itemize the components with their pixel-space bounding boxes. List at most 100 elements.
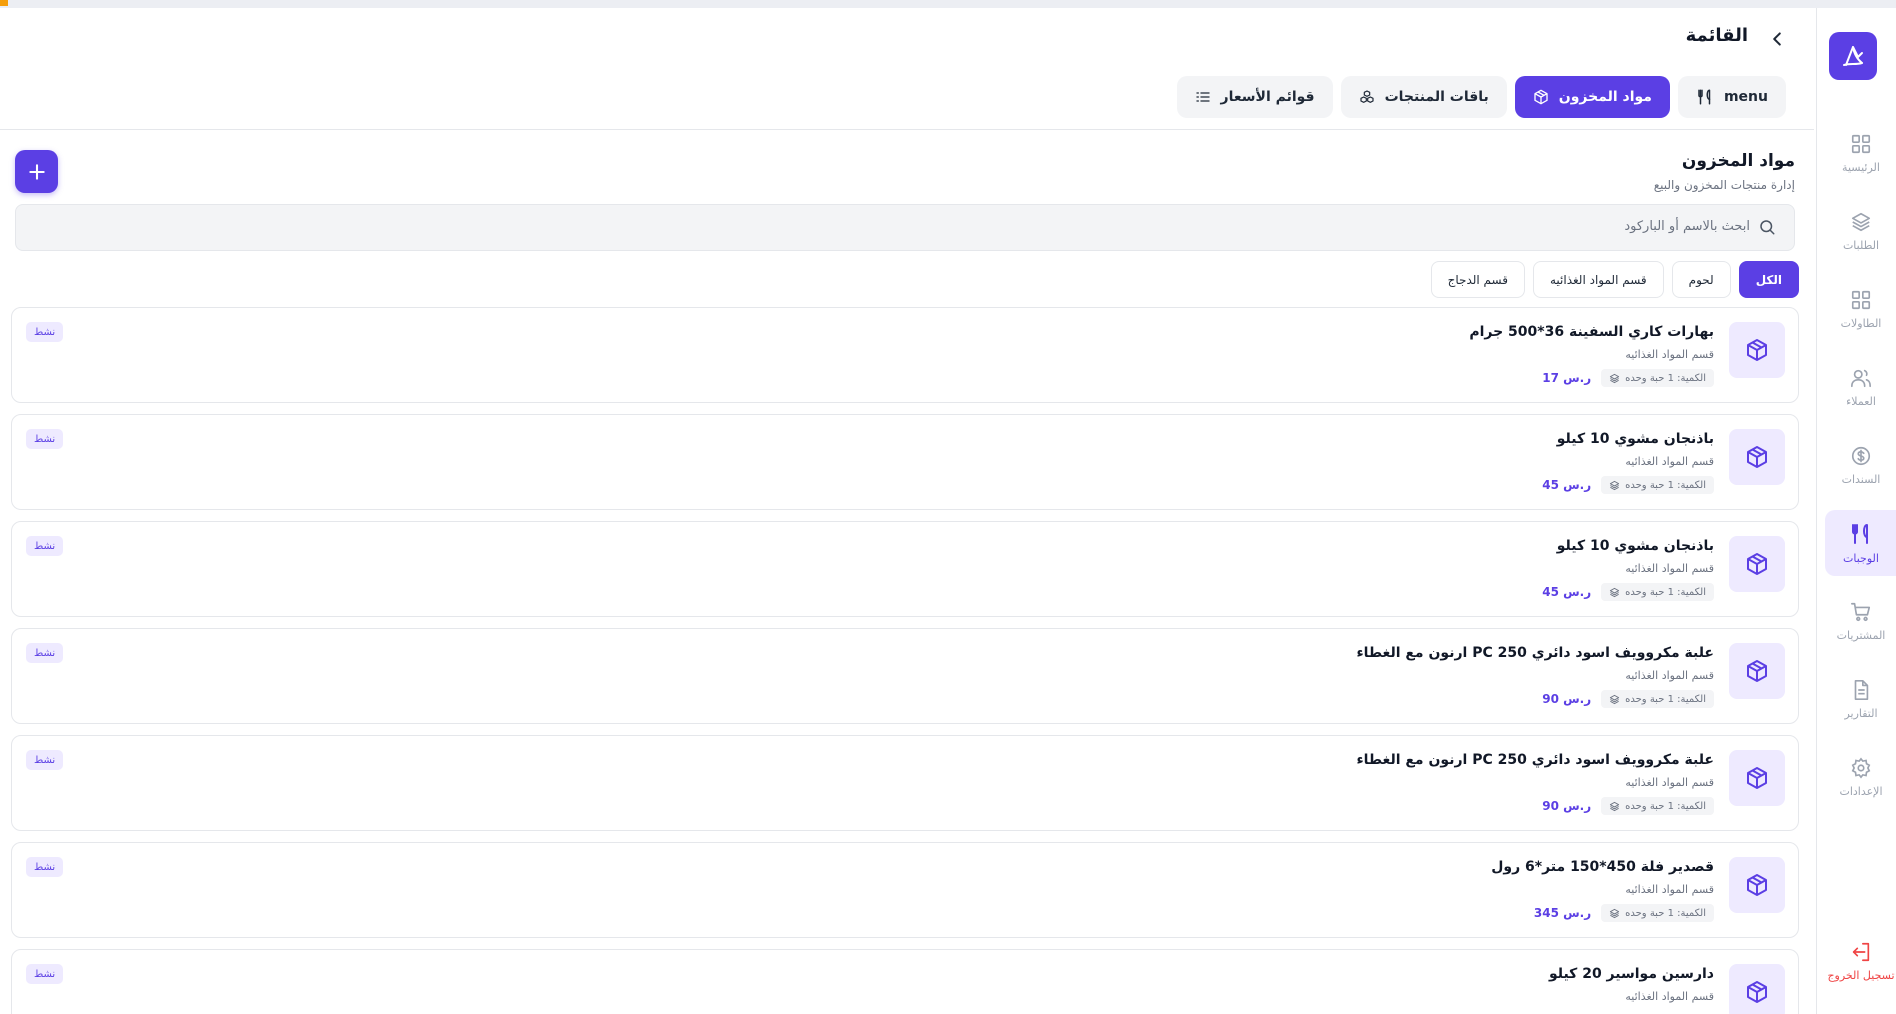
sidebar-item-label: الوجبات	[1843, 551, 1879, 565]
search-icon	[1760, 220, 1775, 235]
status-badge: نشط	[26, 429, 64, 449]
product-price: 90 ر.س	[1542, 692, 1592, 706]
product-card[interactable]: قصدير فلة 450*150 متر*6 رول قسم المواد ا…	[11, 842, 1799, 938]
tab-label: باقات المنتجات	[1384, 89, 1489, 105]
sidebar-item-label: المشتريات	[1836, 628, 1886, 642]
filter-chip-meat[interactable]: لحوم	[1671, 261, 1731, 298]
chevron-left-icon[interactable]	[1766, 28, 1788, 50]
cart-icon	[1851, 602, 1871, 621]
plus-icon	[28, 163, 45, 180]
sidebar-item-reports[interactable]: التقارير	[1825, 666, 1896, 732]
status-badge: نشط	[26, 322, 64, 342]
product-quantity: الكمية: 1 حبة وحده	[1625, 372, 1706, 384]
product-card[interactable]: باذنجان مشوي 10 كيلو قسم المواد الغذائيه…	[11, 521, 1799, 617]
logout-button[interactable]: تسجيل الخروج	[1825, 928, 1896, 994]
search-input[interactable]: ابحث بالاسم أو الباركود	[15, 204, 1795, 251]
grid-icon	[1851, 290, 1871, 309]
product-name: ارنون مع الغطاء PC علبة مكروويف اسود دائ…	[1356, 752, 1714, 768]
product-meta: 90 ر.س الكمية: 1 حبة وحده	[1542, 690, 1714, 708]
product-quantity-badge: الكمية: 1 حبة وحده	[1601, 904, 1714, 922]
layers-icon	[1610, 480, 1620, 490]
product-thumb	[1729, 750, 1785, 806]
product-name: بهارات كاري السفينة 36*500 جرام	[1469, 324, 1714, 340]
product-meta: 17 ر.س الكمية: 1 حبة وحده	[1542, 369, 1714, 387]
product-thumb	[1729, 643, 1785, 699]
product-name: دارسين مواسير 20 كيلو	[1548, 966, 1714, 982]
tab-bar: قوائم الأسعار باقات المنتجات مواد المخزو…	[1176, 76, 1786, 118]
utensils-icon	[1698, 89, 1711, 105]
sidebar-item-purchases[interactable]: المشتريات	[1825, 588, 1896, 654]
product-quantity: الكمية: 1 حبة وحده	[1625, 800, 1706, 812]
product-quantity: الكمية: 1 حبة وحده	[1625, 907, 1706, 919]
product-category: قسم المواد الغذائيه	[1625, 669, 1714, 682]
add-item-button[interactable]	[15, 150, 58, 193]
sidebar-item-tables[interactable]: الطاولات	[1825, 276, 1896, 342]
utensils-icon	[1852, 523, 1868, 544]
product-card[interactable]: ارنون مع الغطاء PC علبة مكروويف اسود دائ…	[11, 735, 1799, 831]
product-card[interactable]: دارسين مواسير 20 كيلو قسم المواد الغذائي…	[11, 949, 1799, 1014]
product-card[interactable]: بهارات كاري السفينة 36*500 جرام قسم المو…	[11, 307, 1799, 403]
tab-price-lists[interactable]: قوائم الأسعار	[1176, 76, 1333, 118]
app-tab-icon	[0, 0, 8, 6]
sidebar-item-label: السندات	[1841, 472, 1881, 486]
product-list: بهارات كاري السفينة 36*500 جرام قسم المو…	[11, 307, 1799, 1014]
product-category: قسم المواد الغذائيه	[1625, 883, 1714, 896]
logout-label: تسجيل الخروج	[1827, 968, 1895, 982]
layers-icon	[1610, 373, 1620, 383]
sidebar-item-customers[interactable]: العملاء	[1825, 354, 1896, 420]
product-category: قسم المواد الغذائيه	[1625, 562, 1714, 575]
status-badge: نشط	[26, 643, 64, 663]
app-logo[interactable]	[1829, 32, 1877, 80]
layers-icon	[1610, 587, 1620, 597]
box-icon	[1747, 446, 1767, 468]
product-quantity-badge: الكمية: 1 حبة وحده	[1601, 476, 1714, 494]
section-title: مواد المخزون	[1681, 151, 1795, 171]
product-price: 17 ر.س	[1542, 371, 1592, 385]
box-icon	[1747, 874, 1767, 896]
sidebar-item-vouchers[interactable]: السندات	[1825, 432, 1896, 498]
product-price: 90 ر.س	[1542, 799, 1592, 813]
tab-inventory-items[interactable]: مواد المخزون	[1514, 76, 1670, 118]
box-icon	[1747, 767, 1767, 789]
dashboard-icon	[1851, 134, 1871, 153]
boxes-icon	[1359, 90, 1374, 103]
sidebar-item-label: الإعدادات	[1839, 784, 1883, 798]
status-badge: نشط	[26, 750, 64, 770]
product-card[interactable]: باذنجان مشوي 10 كيلو قسم المواد الغذائيه…	[11, 414, 1799, 510]
sidebar-item-orders[interactable]: الطلبات	[1825, 198, 1896, 264]
sidebar-item-home[interactable]: الرئيسية	[1825, 120, 1896, 186]
product-thumb	[1729, 536, 1785, 592]
sidebar-item-meals[interactable]: الوجبات	[1825, 510, 1896, 576]
logout-icon	[1852, 942, 1870, 961]
app-root: الرئيسية الطلبات الطاولات العملاء السندا…	[0, 0, 1896, 1014]
sidebar-item-label: الرئيسية	[1842, 160, 1880, 174]
filter-chip-chicken[interactable]: قسم الدجاج	[1430, 261, 1525, 298]
tab-label: مواد المخزون	[1558, 89, 1652, 105]
product-thumb	[1729, 857, 1785, 913]
layers-icon	[1851, 212, 1871, 231]
tab-product-bundles[interactable]: باقات المنتجات	[1340, 76, 1507, 118]
layers-icon	[1610, 694, 1620, 704]
product-quantity: الكمية: 1 حبة وحده	[1625, 586, 1706, 598]
product-card[interactable]: ارنون مع الغطاء PC علبة مكروويف اسود دائ…	[11, 628, 1799, 724]
sidebar-item-settings[interactable]: الإعدادات	[1825, 744, 1896, 810]
product-quantity-badge: الكمية: 1 حبة وحده	[1601, 583, 1714, 601]
dollar-circle-icon	[1851, 446, 1871, 465]
box-icon	[1747, 981, 1767, 1003]
product-name: باذنجان مشوي 10 كيلو	[1556, 538, 1714, 554]
category-filters: قسم الدجاج قسم المواد الغذائيه لحوم الكل	[1430, 261, 1799, 298]
sidebar: الرئيسية الطلبات الطاولات العملاء السندا…	[1816, 8, 1896, 1014]
list-icon	[1195, 92, 1210, 102]
product-quantity: الكمية: 1 حبة وحده	[1625, 693, 1706, 705]
layers-icon	[1610, 801, 1620, 811]
product-meta: 45 ر.س الكمية: 1 حبة وحده	[1542, 583, 1714, 601]
sidebar-item-label: الطلبات	[1842, 238, 1880, 252]
tab-menu[interactable]: menu	[1677, 76, 1786, 118]
product-price: 345 ر.س	[1533, 906, 1592, 920]
product-meta: 45 ر.س الكمية: 1 حبة وحده	[1542, 476, 1714, 494]
gear-icon	[1851, 757, 1871, 778]
tab-label: قوائم الأسعار	[1220, 89, 1315, 105]
box-icon	[1747, 553, 1767, 575]
filter-chip-food[interactable]: قسم المواد الغذائيه	[1532, 261, 1664, 298]
filter-chip-all[interactable]: الكل	[1738, 261, 1799, 298]
